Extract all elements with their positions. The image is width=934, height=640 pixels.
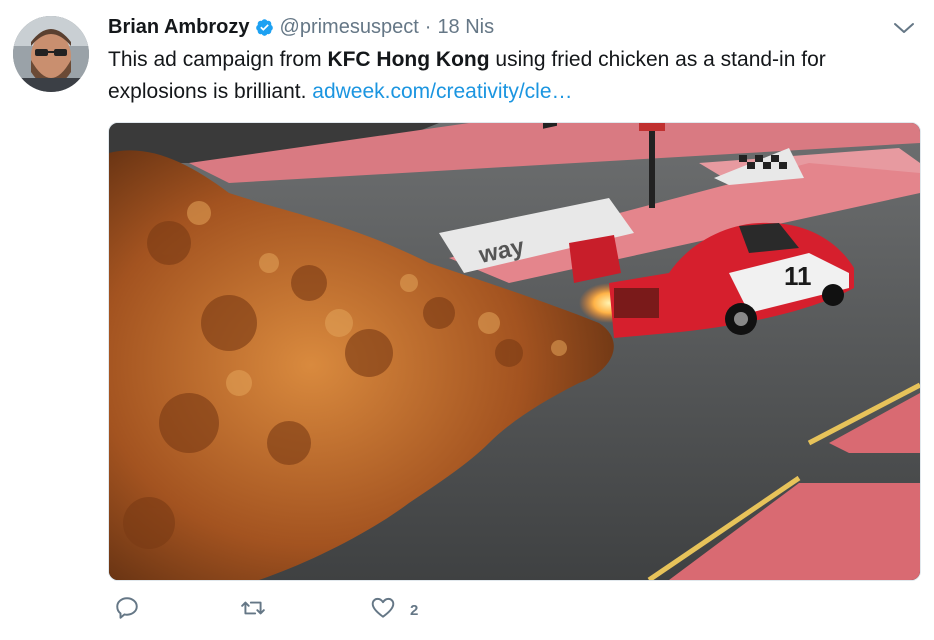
author-handle[interactable]: @primesuspect [280,16,419,39]
tweet-text: This ad campaign from KFC Hong Kong usin… [108,44,908,108]
tweet-media-image[interactable]: way 11 [108,122,921,581]
car-number: 11 [784,261,812,291]
reply-button[interactable] [114,595,140,626]
author-name[interactable]: Brian Ambrozy [108,16,250,39]
retweet-icon [240,595,266,626]
heart-icon [370,595,396,626]
chevron-down-icon[interactable] [892,16,916,40]
reply-icon [114,595,140,626]
separator-dot: · [424,15,432,38]
tweet-date[interactable]: 18 Nis [437,16,494,39]
tweet-header: Brian Ambrozy @primesuspect · 18 Nis [108,14,494,40]
avatar-photo [13,16,89,92]
tweet-link[interactable]: adweek.com/creativity/cle… [312,80,572,103]
tweet-text-part1: This ad campaign from [108,48,328,71]
retweet-button[interactable] [240,595,266,626]
tweet-text-bold: KFC Hong Kong [327,48,490,71]
avatar[interactable] [13,16,89,92]
like-count: 2 [410,602,419,619]
verified-badge-icon [255,18,274,37]
race-scene-image: way 11 [109,123,920,580]
like-button[interactable]: 2 [370,595,418,626]
